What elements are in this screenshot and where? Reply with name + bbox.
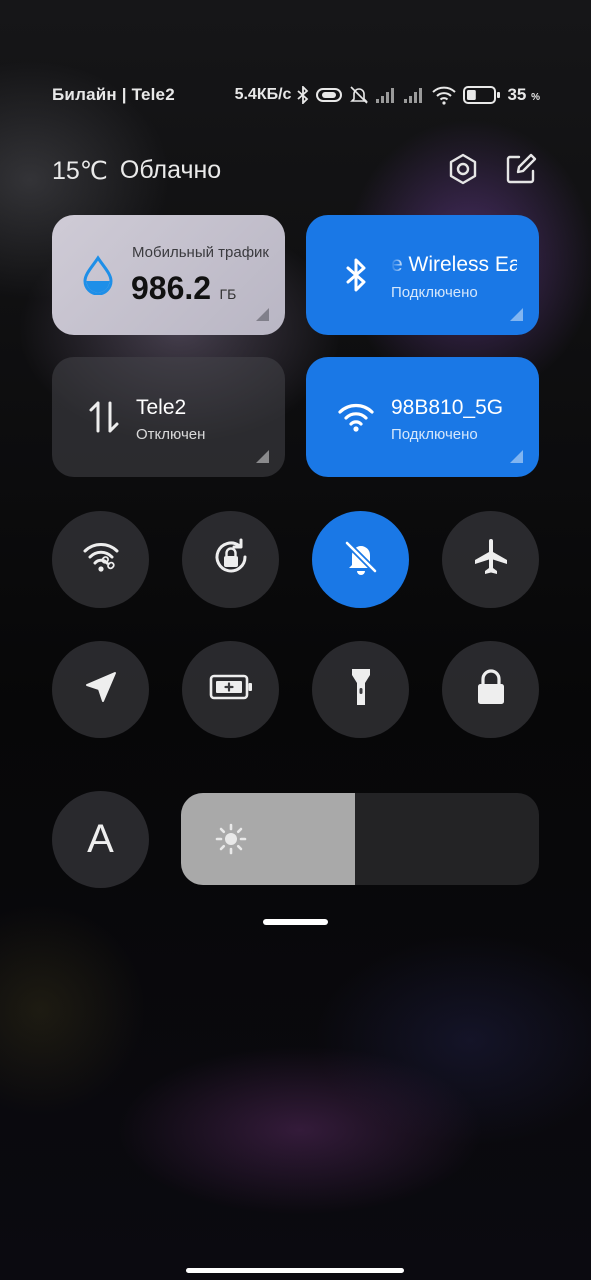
wifi-share-toggle[interactable] — [52, 511, 149, 608]
mobile-data-usage-tile[interactable]: Мобильный трафик 986.2 ГБ — [52, 215, 285, 335]
sun-icon — [214, 822, 248, 861]
expand-corner-icon — [256, 308, 269, 321]
flashlight-toggle[interactable] — [312, 641, 409, 738]
bluetooth-tile[interactable]: e Wireless Ea Подключено — [306, 215, 539, 335]
font-a-icon: A — [87, 817, 114, 861]
bluetooth-status: Подключено — [391, 284, 478, 301]
flashlight-icon — [341, 666, 381, 713]
signal-icon — [375, 86, 397, 104]
weather-condition: Облачно — [119, 156, 222, 184]
brightness-fill — [181, 793, 355, 885]
mobile-data-label: Мобильный трафик — [132, 244, 269, 261]
temperature: 15℃ — [52, 157, 108, 185]
battery-percent: 35 % — [507, 85, 540, 105]
status-icons: 5.4КБ/с 35 % — [235, 82, 540, 108]
network-speed: 5.4КБ/с — [234, 86, 292, 103]
battery-percent-unit: % — [531, 92, 540, 103]
wifi-icon — [336, 397, 376, 437]
wifi-status: Подключено — [391, 426, 478, 443]
brightness-slider[interactable] — [181, 793, 539, 885]
wifi-share-icon — [80, 536, 122, 583]
location-toggle[interactable] — [52, 641, 149, 738]
water-drop-icon — [78, 255, 118, 296]
mobile-data-unit: ГБ — [219, 286, 237, 302]
expand-corner-icon — [510, 308, 523, 321]
battery-icon — [463, 85, 501, 105]
airplane-mode-toggle[interactable] — [442, 511, 539, 608]
bell-off-icon — [340, 536, 382, 583]
home-gesture-bar[interactable] — [186, 1268, 404, 1273]
signal-icon — [403, 86, 425, 104]
mobile-data-value: 986.2 — [131, 270, 212, 306]
expand-corner-icon — [510, 450, 523, 463]
status-bar: Билайн | Tele2 5.4КБ/с 35 % — [0, 82, 591, 108]
data-arrows-icon — [84, 397, 124, 437]
bluetooth-icon — [297, 86, 309, 104]
auto-brightness-toggle[interactable]: A — [52, 791, 149, 888]
vibrate-icon — [315, 87, 343, 103]
panel-drag-handle[interactable] — [263, 919, 328, 925]
cellular-status: Отключен — [136, 426, 206, 443]
silent-mode-toggle[interactable] — [312, 511, 409, 608]
settings-icon[interactable] — [446, 152, 480, 186]
expand-corner-icon — [256, 450, 269, 463]
battery-plus-icon — [208, 672, 254, 707]
wifi-tile[interactable]: 98B810_5G Подключено — [306, 357, 539, 477]
bluetooth-device-title: Wireless Ea — [408, 253, 517, 276]
airplane-icon — [470, 536, 512, 583]
edit-icon[interactable] — [504, 152, 538, 186]
wifi-icon — [431, 85, 457, 105]
mobile-data-amount: 986.2 ГБ — [131, 270, 236, 307]
rotate-lock-icon — [208, 534, 254, 585]
wifi-network-name: 98B810_5G — [391, 396, 504, 419]
battery-saver-toggle[interactable] — [182, 641, 279, 738]
silent-icon — [349, 85, 369, 105]
background — [0, 0, 591, 1280]
lock-screen-toggle[interactable] — [442, 641, 539, 738]
battery-percent-value: 35 — [507, 85, 527, 104]
bluetooth-icon — [336, 255, 376, 295]
cellular-carrier: Tele2 — [136, 396, 187, 419]
location-arrow-icon — [81, 667, 121, 712]
lock-icon — [471, 666, 511, 713]
weather-summary[interactable]: 15℃ Облачно — [52, 156, 221, 186]
auto-rotate-toggle[interactable] — [182, 511, 279, 608]
carrier-name: Билайн | Tele2 — [52, 85, 175, 104]
bluetooth-device-name: e Wireless Ea — [391, 253, 517, 277]
cellular-data-tile[interactable]: Tele2 Отключен — [52, 357, 285, 477]
